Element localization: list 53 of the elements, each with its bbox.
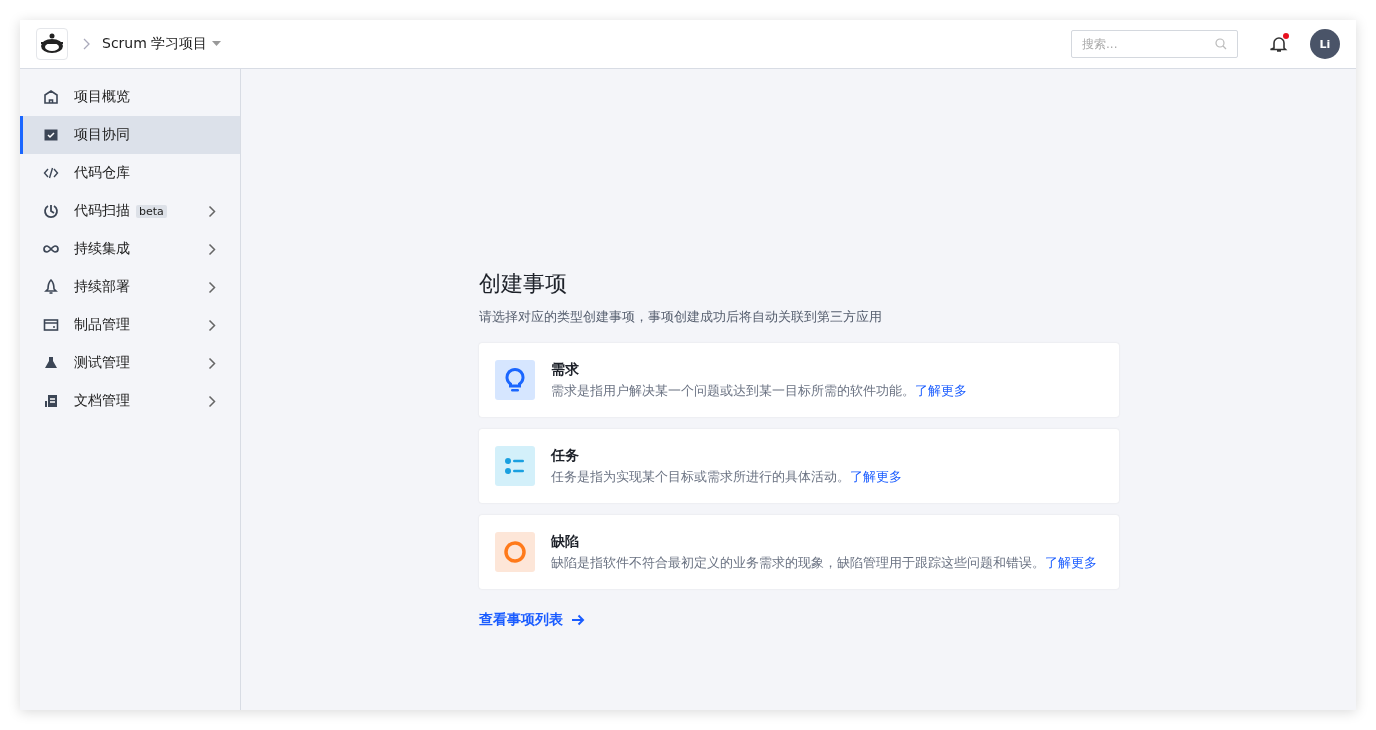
card-title: 缺陷 bbox=[550, 532, 580, 551]
learn-more-link[interactable]: 了解更多 bbox=[914, 382, 967, 398]
caret-down-icon bbox=[212, 41, 222, 47]
issue-type-card[interactable]: 需求 需求是指用户解决某一个问题或达到某一目标所需的软件功能。了解更多 bbox=[478, 343, 1119, 417]
sidebar-item-label: 制品管理 bbox=[74, 316, 130, 334]
search-icon bbox=[1215, 38, 1227, 50]
issue-type-card[interactable]: 任务 任务是指为实现某个目标或需求所进行的具体活动。了解更多 bbox=[478, 429, 1119, 503]
sidebar-item-label: 持续集成 bbox=[74, 240, 130, 258]
card-title: 需求 bbox=[550, 360, 580, 379]
page-title: 创建事项 bbox=[478, 270, 568, 298]
code-icon bbox=[43, 165, 59, 181]
sidebar-item-label: 项目概览 bbox=[74, 88, 130, 106]
sidebar-item[interactable]: 测试管理 bbox=[20, 344, 240, 382]
sidebar-item[interactable]: 持续部署 bbox=[20, 268, 240, 306]
sidebar-item-label: 代码仓库 bbox=[74, 164, 130, 182]
card-description: 需求是指用户解决某一个问题或达到某一目标所需的软件功能。 bbox=[550, 382, 915, 398]
flask-icon bbox=[43, 355, 59, 371]
sidebar-item[interactable]: 代码仓库 bbox=[20, 154, 240, 192]
issue-type-card[interactable]: 缺陷 缺陷是指软件不符合最初定义的业务需求的现象，缺陷管理用于跟踪这些问题和错误。了解更多 bbox=[478, 515, 1119, 589]
sidebar-item-label: 测试管理 bbox=[74, 354, 130, 372]
project-selector[interactable]: Scrum 学习项目 bbox=[102, 35, 222, 53]
sidebar-item[interactable]: 持续集成 bbox=[20, 230, 240, 268]
card-title: 任务 bbox=[550, 446, 580, 465]
sidebar-item[interactable]: 文档管理 bbox=[20, 382, 240, 420]
document-icon bbox=[43, 393, 59, 409]
sidebar-item-label: 文档管理 bbox=[74, 392, 130, 410]
card-description: 任务是指为实现某个目标或需求所进行的具体活动。 bbox=[550, 468, 850, 484]
house-icon bbox=[43, 89, 59, 105]
box-icon bbox=[43, 317, 59, 333]
notification-button[interactable] bbox=[1270, 35, 1288, 53]
beta-badge: beta bbox=[136, 204, 167, 218]
card-description: 缺陷是指软件不符合最初定义的业务需求的现象，缺陷管理用于跟踪这些问题和错误。 bbox=[550, 554, 1045, 570]
sidebar-item[interactable]: 项目概览 bbox=[20, 78, 240, 116]
learn-more-link[interactable]: 了解更多 bbox=[1044, 554, 1097, 570]
logo-icon[interactable] bbox=[36, 28, 68, 60]
sidebar-item-label: 项目协同 bbox=[74, 126, 130, 144]
sidebar-item-label: 持续部署 bbox=[74, 278, 130, 296]
learn-more-link[interactable]: 了解更多 bbox=[849, 468, 902, 484]
view-list-link[interactable]: 查看事项列表 bbox=[478, 611, 585, 629]
arrow-right-icon bbox=[570, 614, 585, 626]
bell-icon bbox=[1270, 35, 1288, 53]
list-icon bbox=[494, 446, 535, 486]
chevron-right-icon bbox=[82, 38, 90, 50]
search-field[interactable]: 搜索... bbox=[1071, 30, 1238, 58]
sidebar-item[interactable]: 制品管理 bbox=[20, 306, 240, 344]
page-subtitle: 请选择对应的类型创建事项，事项创建成功后将自动关联到第三方应用 bbox=[478, 309, 883, 326]
sidebar-item[interactable]: 代码扫描 beta bbox=[20, 192, 240, 230]
sidebar-item[interactable]: 项目协同 bbox=[20, 116, 240, 154]
gauge-icon bbox=[43, 203, 59, 219]
sidebar-item-label: 代码扫描 bbox=[74, 202, 130, 220]
user-avatar[interactable]: Li bbox=[1310, 29, 1340, 59]
lightbulb-icon bbox=[494, 360, 535, 400]
checkbox-icon bbox=[43, 127, 59, 143]
